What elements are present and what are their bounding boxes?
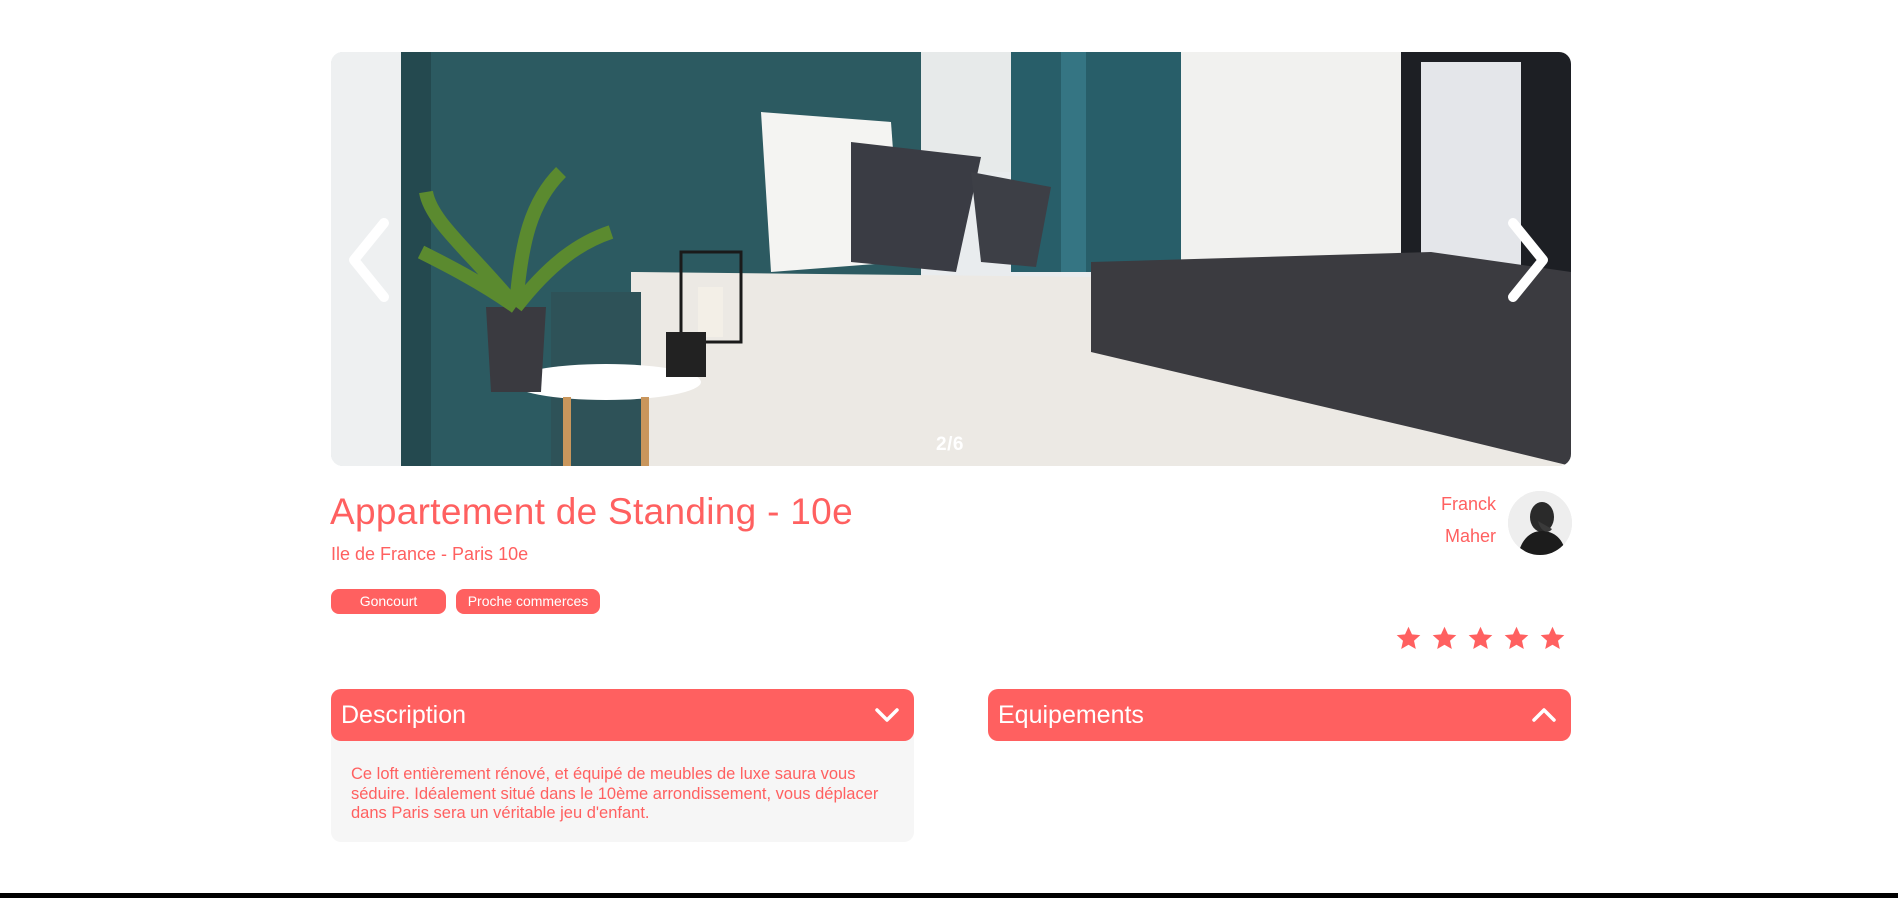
chevron-left-icon <box>349 218 389 302</box>
chevron-up-icon <box>1532 708 1556 722</box>
star-icon <box>1540 626 1565 649</box>
description-toggle[interactable]: Description <box>331 689 914 741</box>
rating-stars <box>1395 625 1566 652</box>
tag-list: Goncourt Proche commerces <box>331 589 600 614</box>
host-last-name: Maher <box>1444 526 1496 546</box>
star-icon <box>1396 626 1421 649</box>
equipment-toggle[interactable]: Equipements <box>988 689 1571 741</box>
description-title: Description <box>341 700 467 729</box>
description-content: Ce loft entièrement rénové, et équipé de… <box>331 731 914 842</box>
tag-item: Proche commerces <box>456 589 600 614</box>
tag-item: Goncourt <box>331 589 446 614</box>
listing-title: Appartement de Standing - 10e <box>330 491 853 532</box>
description-text: Ce loft entièrement rénové, et équipé de… <box>351 765 879 822</box>
next-photo-button[interactable] <box>1498 210 1558 310</box>
footer-bar <box>0 893 1898 898</box>
description-section: Description Ce loft entièrement rénové, … <box>331 689 914 842</box>
star-icon <box>1504 626 1529 649</box>
equipment-title: Equipements <box>998 700 1144 729</box>
photo-counter: 2/6 <box>936 434 964 455</box>
star-icon <box>1468 626 1493 649</box>
chevron-right-icon <box>1508 218 1548 302</box>
host-card: Franck Maher <box>1400 488 1572 558</box>
avatar-portrait <box>1508 491 1572 555</box>
host-first-name: Franck <box>1440 494 1496 514</box>
bedroom-photo <box>331 52 1571 466</box>
photo-gallery <box>331 52 1571 466</box>
star-icon <box>1432 626 1457 649</box>
listing-page: 2/6 Appartement de Standing - 10e Ile de… <box>0 0 1898 898</box>
previous-photo-button[interactable] <box>339 210 399 310</box>
chevron-down-icon <box>875 708 899 722</box>
equipment-section: Equipements <box>988 689 1571 741</box>
host-avatar <box>1508 491 1572 555</box>
listing-location: Ile de France - Paris 10e <box>331 544 529 564</box>
host-name: Franck Maher <box>1441 488 1496 552</box>
